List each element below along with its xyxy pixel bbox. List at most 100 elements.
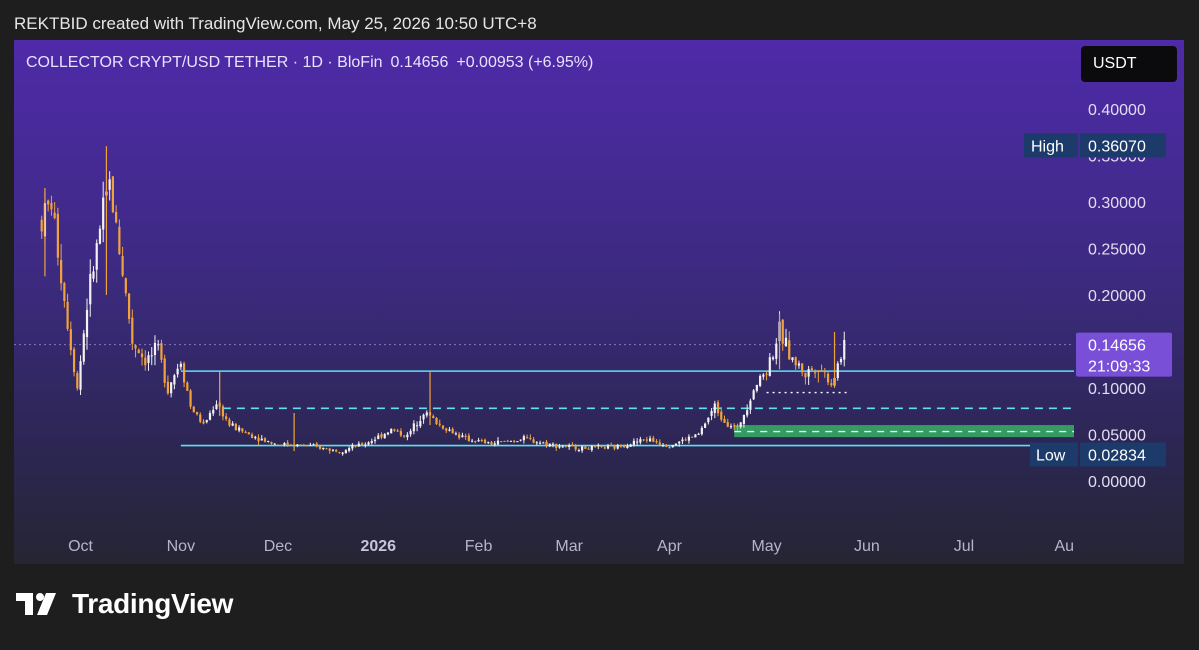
candle-body [280,444,283,446]
candle-body [613,444,616,449]
price-tag-value: 0.14656 [1088,338,1146,355]
candle-body [739,422,742,427]
candle-body [626,445,629,449]
candle-body [267,441,270,443]
candle-body [283,443,286,446]
candle-body [794,357,797,366]
candle-body [276,444,280,446]
candle-body [82,333,85,362]
x-tick-label: Oct [68,538,93,555]
candle-body [157,344,160,346]
candle-body [438,423,441,425]
low-label: Low [1036,447,1066,464]
candle-body [386,432,390,435]
candle-body [752,390,755,400]
candle-body [166,381,170,394]
y-tick-label: 0.30000 [1088,195,1146,212]
tradingview-logo[interactable]: TradingView [16,588,233,620]
candle-body [257,437,260,442]
candle-body [810,368,813,371]
candle-body [53,212,56,219]
candle-body [415,425,419,427]
candle-body [63,283,66,302]
candle-body [691,436,694,438]
candle-body [470,440,474,442]
candle-body [305,445,309,447]
x-tick-label: Feb [465,538,493,555]
candle-body [192,406,195,413]
candle-body [360,443,364,446]
candle-body [364,444,367,446]
candle-body [843,340,846,360]
high-value: 0.36070 [1088,138,1146,155]
tradingview-wordmark: TradingView [72,588,234,619]
candle-body [551,443,555,445]
candle-body [270,442,273,444]
candle-body [315,443,318,447]
candle-body [707,417,710,423]
candle-body [823,371,826,373]
candle-body [581,446,584,451]
candle-body [238,427,241,431]
candle-body [47,200,50,205]
candle-body [95,243,98,270]
y-tick-label: 0.10000 [1088,381,1146,398]
candle-body [500,441,503,443]
currency-unit-button[interactable]: USDT [1081,46,1177,82]
candle-body [687,436,691,441]
candle-body [124,278,127,294]
chart-area[interactable]: Oct Nov Dec 2026 Feb Mar Apr May Jun Jul Au 0.40000… [14,40,1184,564]
candle-body [797,363,801,366]
x-tick-label: Jun [854,538,880,555]
candle-body [370,441,373,443]
candle-body [804,372,807,378]
candle-body [771,357,775,360]
candle-body [817,370,820,372]
candle-body [328,448,331,451]
candle-body [179,363,182,368]
candle-body [225,416,228,420]
candle-body [170,382,173,394]
candle-body [529,437,532,439]
candle-body [399,431,403,436]
x-tick-label: Jul [954,538,974,555]
x-tick-label: Apr [657,538,683,555]
candle-body [118,226,121,255]
candle-body [784,337,788,347]
candle-body [296,444,299,446]
candle-body [92,271,95,279]
candle-body [545,441,548,446]
candle-body [759,375,762,386]
candle-body [506,440,509,442]
candle-body [548,443,551,447]
candle-body [509,440,513,442]
candle-body [775,343,778,359]
candle-body [713,403,716,413]
candle-body [561,446,564,448]
candle-body [322,447,325,450]
candle-body [720,411,723,420]
candle-body [619,445,623,447]
candle-body [768,357,771,376]
candle-body [700,427,703,435]
candle-body [412,423,415,432]
y-tick-label: 0.25000 [1088,241,1146,258]
candle-body [182,363,186,383]
candle-body [814,372,817,374]
candle-body [56,213,59,258]
price-chart[interactable]: Oct Nov Dec 2026 Feb Mar Apr May Jun Jul Au 0.40000… [14,40,1184,564]
candle-body [115,211,118,223]
candle-body [40,219,43,232]
candle-body [490,441,493,445]
candle-body [160,343,163,360]
candle-body [535,442,538,444]
candle-body [716,402,720,414]
candle-body [289,444,292,446]
x-tick-label: Au [1055,538,1075,555]
candle-body [98,228,102,244]
candle-body [590,445,593,451]
candle-body [302,445,305,447]
last-price: 0.14656 [390,54,449,71]
candle-body [299,444,302,446]
candle-body [684,439,687,441]
